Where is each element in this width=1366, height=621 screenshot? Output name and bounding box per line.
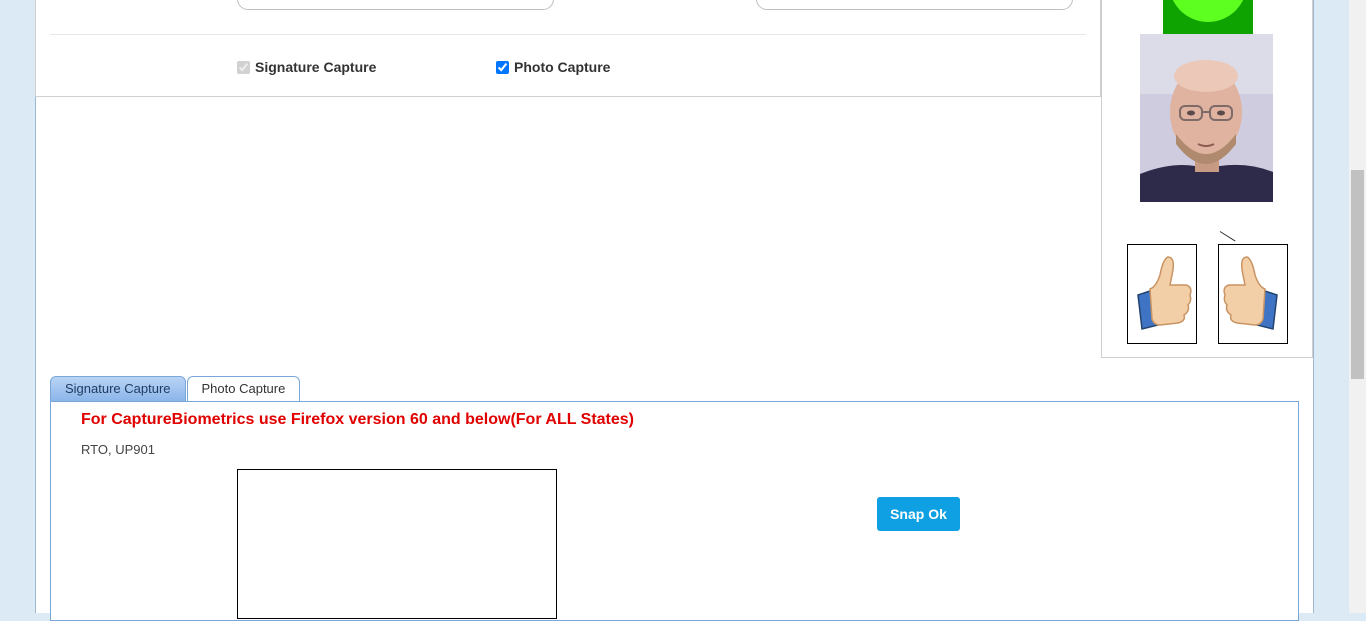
signature-capture-label: Signature Capture <box>255 59 377 75</box>
photo-capture-checkbox[interactable] <box>496 60 509 74</box>
capture-tabs: Signature Capture Photo Capture <box>50 376 301 402</box>
camera-preview-frame <box>237 469 557 619</box>
tab-photo-capture[interactable]: Photo Capture <box>186 376 301 402</box>
snap-ok-button[interactable]: Snap Ok <box>877 497 960 531</box>
photo-capture-label: Photo Capture <box>514 59 611 75</box>
thumbs-up-icon <box>1137 256 1192 330</box>
photo-capture-option[interactable]: Photo Capture <box>496 59 610 75</box>
right-thumb-box <box>1218 244 1288 344</box>
office-code: RTO, UP901 <box>81 442 155 457</box>
form-section <box>35 0 1101 97</box>
text-input-left[interactable] <box>237 0 554 10</box>
firefox-warning: For CaptureBiometrics use Firefox versio… <box>81 411 635 428</box>
scrollbar-thumb[interactable] <box>1351 170 1364 379</box>
thumbs-up-icon <box>1223 256 1278 330</box>
divider <box>50 34 1086 35</box>
text-input-right[interactable] <box>756 0 1073 10</box>
captured-photo <box>1140 34 1273 202</box>
tab-signature-capture[interactable]: Signature Capture <box>50 376 186 401</box>
signature-capture-checkbox[interactable] <box>237 60 250 74</box>
signature-capture-option[interactable]: Signature Capture <box>237 59 376 75</box>
status-indicator <box>1163 0 1253 34</box>
left-thumb-box <box>1127 244 1197 344</box>
